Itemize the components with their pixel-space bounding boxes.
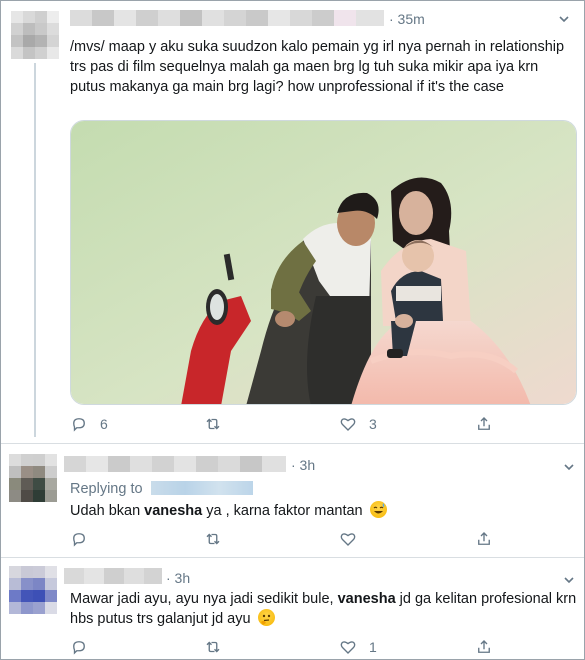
replying-to-label: Replying to	[70, 481, 143, 497]
share-button[interactable]	[475, 637, 493, 657]
tweet-text: Udah bkan vanesha ya , karna faktor mant…	[70, 501, 570, 521]
tweet-photo[interactable]	[70, 120, 577, 405]
chevron-down-icon[interactable]	[563, 461, 575, 473]
tweet-text: /mvs/ maap y aku suka suudzon kalo pemai…	[70, 39, 569, 95]
share-icon	[478, 417, 490, 430]
reply-icon	[73, 641, 85, 655]
tweet-timestamp[interactable]: · 3h	[166, 570, 190, 586]
share-icon	[478, 532, 490, 545]
like-icon	[340, 418, 356, 431]
retweet-icon	[206, 641, 220, 653]
like-icon	[340, 533, 356, 546]
avatar[interactable]	[11, 11, 59, 59]
like-icon	[340, 641, 356, 654]
tweet-timestamp[interactable]: · 3h	[291, 457, 315, 473]
share-icon	[478, 640, 490, 653]
avatar[interactable]	[9, 566, 57, 614]
thread-line	[34, 63, 36, 437]
replying-to: Replying to	[70, 481, 253, 497]
retweet-button[interactable]	[204, 637, 222, 657]
tweet-actions: 6 3	[70, 414, 570, 434]
chevron-down-icon[interactable]	[558, 13, 570, 25]
retweet-button[interactable]	[204, 529, 222, 549]
tweet-actions: 1	[70, 637, 570, 657]
author-name-redacted[interactable]	[70, 10, 384, 26]
tweet-timestamp[interactable]: · 35m	[389, 11, 425, 27]
like-count: 1	[369, 639, 377, 655]
tweet-actions	[70, 529, 570, 549]
reply-button[interactable]	[70, 529, 88, 549]
retweet-button[interactable]	[204, 414, 222, 434]
reply-count: 6	[100, 416, 108, 432]
reply-button[interactable]	[70, 637, 88, 657]
chevron-down-icon[interactable]	[563, 574, 575, 586]
tweet-3[interactable]: · 3h Mawar jadi ayu, ayu nya jadi sediki…	[1, 558, 584, 659]
reply-icon	[73, 418, 85, 432]
share-button[interactable]	[475, 414, 493, 434]
retweet-icon	[206, 418, 220, 430]
twitter-thread: · 35m /mvs/ maap y aku suka suudzon kalo…	[0, 0, 585, 660]
like-button[interactable]	[339, 529, 357, 549]
grinning-sweat-emoji	[369, 501, 387, 518]
thinking-face-emoji	[257, 609, 275, 626]
replying-to-handle-redacted[interactable]	[150, 481, 253, 495]
reply-icon	[73, 533, 85, 547]
tweet-text: Mawar jadi ayu, ayu nya jadi sedikit bul…	[70, 591, 581, 627]
share-button[interactable]	[475, 529, 493, 549]
author-name-redacted[interactable]	[64, 568, 162, 584]
retweet-icon	[206, 533, 220, 545]
like-button[interactable]: 3	[339, 414, 377, 434]
reply-button[interactable]: 6	[70, 414, 108, 434]
like-button[interactable]: 1	[339, 637, 377, 657]
movie-poster-image	[71, 121, 576, 404]
avatar[interactable]	[9, 454, 57, 502]
like-count: 3	[369, 416, 377, 432]
author-name-redacted[interactable]	[64, 456, 286, 472]
tweet-1[interactable]: · 35m /mvs/ maap y aku suka suudzon kalo…	[1, 1, 584, 441]
tweet-2[interactable]: · 3h Replying to Udah bkan vanesha ya , …	[1, 444, 584, 556]
